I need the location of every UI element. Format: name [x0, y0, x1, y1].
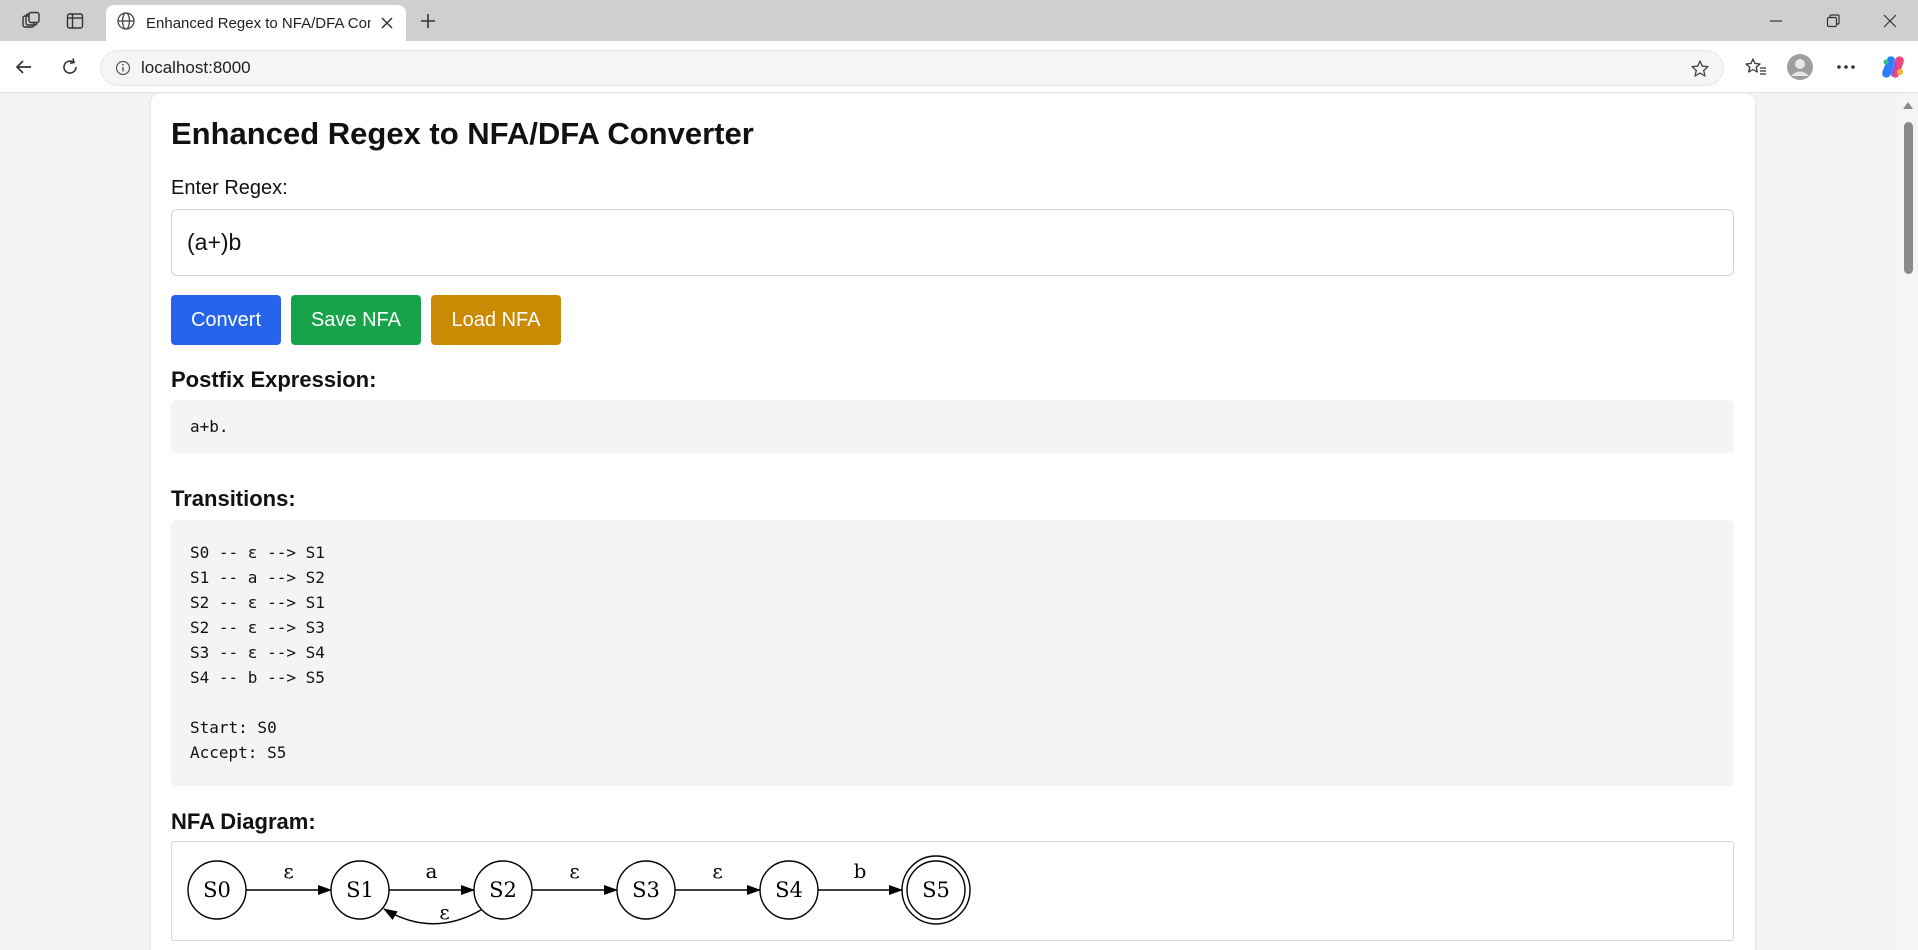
transitions-heading: Transitions: — [171, 486, 296, 511]
transition-line: S3 -- ε --> S4 — [190, 643, 325, 662]
transition-line: S0 -- ε --> S1 — [190, 543, 325, 562]
nfa-state-label: S0 — [203, 878, 231, 902]
scrollbar-thumb[interactable] — [1904, 122, 1913, 274]
active-tab[interactable]: Enhanced Regex to NFA/DFA Converter — [106, 5, 406, 41]
new-tab-icon[interactable] — [413, 8, 443, 34]
workspaces-icon[interactable] — [16, 8, 46, 34]
start-state-line: Start: S0 — [190, 718, 277, 737]
regex-label: Enter Regex: — [171, 177, 288, 199]
convert-button[interactable]: Convert — [171, 295, 281, 345]
browser-toolbar: localhost:8000 — [0, 41, 1918, 93]
nfa-state-label: S4 — [775, 878, 803, 902]
favorites-icon[interactable] — [1740, 51, 1772, 83]
nfa-edge-label: b — [854, 859, 867, 883]
site-info-icon[interactable] — [113, 58, 133, 78]
nfa-state-label: S2 — [489, 878, 517, 902]
transitions-output: S0 -- ε --> S1 S1 -- a --> S2 S2 -- ε --> … — [171, 520, 1734, 786]
transition-line: S1 -- a --> S2 — [190, 568, 325, 587]
nfa-state-label: S3 — [632, 878, 660, 902]
close-tab-icon[interactable] — [378, 14, 396, 32]
refresh-icon[interactable] — [54, 51, 86, 83]
close-window-icon[interactable] — [1867, 6, 1913, 36]
nfa-state-label: S5 — [922, 878, 950, 902]
nfa-edge-label: ε — [283, 859, 293, 883]
transition-line: S2 -- ε --> S3 — [190, 618, 325, 637]
tab-bar: Enhanced Regex to NFA/DFA Converter — [0, 0, 1918, 41]
transition-line: S4 -- b --> S5 — [190, 668, 325, 687]
nfa-diagram-heading: NFA Diagram: — [171, 809, 316, 834]
back-icon[interactable] — [8, 51, 40, 83]
regex-input[interactable] — [171, 209, 1734, 276]
vertical-tabs-icon[interactable] — [60, 8, 90, 34]
address-bar[interactable]: localhost:8000 — [100, 50, 1724, 86]
postfix-output: a+b. — [171, 400, 1734, 453]
save-nfa-button[interactable]: Save NFA — [291, 295, 421, 345]
restore-icon[interactable] — [1810, 6, 1856, 36]
nfa-edge-label: ε — [439, 900, 449, 924]
url-text: localhost:8000 — [141, 58, 251, 77]
page-title: Enhanced Regex to NFA/DFA Converter — [171, 116, 754, 151]
nfa-edge-label: ε — [569, 859, 579, 883]
nfa-edge-label: ε — [712, 859, 722, 883]
postfix-heading: Postfix Expression: — [171, 367, 377, 392]
nfa-state-label: S1 — [346, 878, 374, 902]
profile-avatar-icon[interactable] — [1784, 51, 1816, 83]
more-options-icon[interactable] — [1830, 51, 1862, 83]
converter-card: Enhanced Regex to NFA/DFA Converter Ente… — [151, 94, 1755, 950]
globe-icon — [116, 11, 136, 36]
page-scrollbar[interactable] — [1898, 94, 1918, 950]
copilot-icon[interactable] — [1877, 51, 1909, 83]
minimize-icon[interactable] — [1753, 6, 1799, 36]
scroll-up-arrow-icon[interactable] — [1903, 102, 1913, 109]
nfa-edge-label: a — [426, 859, 438, 883]
page-viewport: Enhanced Regex to NFA/DFA Converter Ente… — [5, 94, 1898, 950]
load-nfa-button[interactable]: Load NFA — [431, 295, 561, 345]
tab-title: Enhanced Regex to NFA/DFA Converter — [146, 14, 371, 32]
nfa-diagram-svg: ε aεε ε bS0 S1 S2 S3 S4 S5 — [187, 855, 971, 925]
nfa-diagram: ε a ε ε ε b S0 S1 S2 S3 S4 S5 — [171, 841, 1734, 941]
accept-state-line: Accept: S5 — [190, 743, 287, 762]
transitions-spacer — [190, 690, 1715, 715]
nfa-edge — [383, 908, 482, 925]
favorite-star-icon[interactable] — [1689, 58, 1711, 80]
transition-line: S2 -- ε --> S1 — [190, 593, 325, 612]
